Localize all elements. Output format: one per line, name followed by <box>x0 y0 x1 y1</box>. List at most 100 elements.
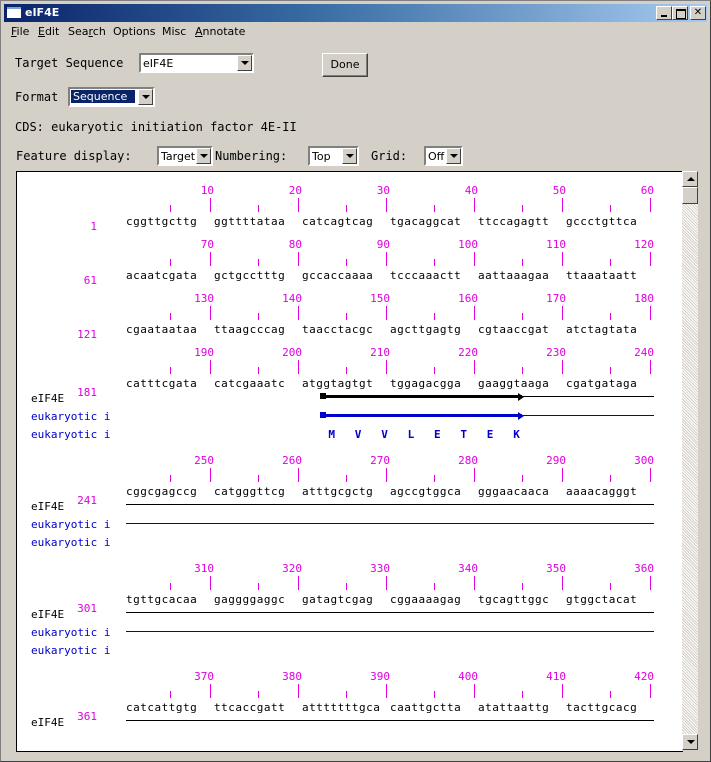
tick-mark-minor <box>258 313 259 320</box>
amino-acid: E <box>434 428 441 441</box>
sequence-group: taacctacgc <box>302 323 374 336</box>
sequence-group: ttcaccgatt <box>214 701 286 714</box>
menu-misc[interactable]: Misc <box>162 25 186 38</box>
tick-mark-major <box>210 468 211 482</box>
tick-mark-minor <box>434 691 435 698</box>
feature-thick-bar[interactable] <box>319 414 522 417</box>
feature-line <box>522 396 654 397</box>
chevron-down-icon[interactable] <box>446 148 461 164</box>
tick-mark-minor <box>170 583 171 590</box>
tick-mark-major <box>474 198 475 212</box>
scroll-down-button[interactable] <box>682 734 698 750</box>
minimize-button[interactable] <box>656 6 672 20</box>
sequence-group: catgggttcg <box>214 485 286 498</box>
maximize-button[interactable] <box>672 6 688 20</box>
menu-file[interactable]: File <box>11 25 29 38</box>
sequence-group: cgatgataga <box>566 377 638 390</box>
feature-line[interactable] <box>126 523 654 524</box>
numbering-select[interactable]: Top <box>308 146 359 166</box>
row-start-number: 61 <box>83 274 97 287</box>
tick-label: 250 <box>194 454 214 467</box>
tick-label: 150 <box>370 292 390 305</box>
chevron-down-icon[interactable] <box>342 148 357 164</box>
feature-label[interactable]: eIF4E <box>31 392 64 405</box>
tick-label: 270 <box>370 454 390 467</box>
tick-mark-major <box>210 198 211 212</box>
tick-mark-minor <box>522 259 523 266</box>
amino-acid: E <box>486 428 494 441</box>
close-icon: ✕ <box>693 7 703 18</box>
vertical-scrollbar[interactable] <box>682 171 698 750</box>
tick-label: 120 <box>634 238 654 251</box>
tick-mark-major <box>210 684 211 698</box>
feature-label[interactable]: eukaryotic i <box>31 428 110 441</box>
menu-edit[interactable]: Edit <box>38 25 59 38</box>
tick-label: 320 <box>282 562 302 575</box>
tick-label: 420 <box>634 670 654 683</box>
tick-label: 70 <box>200 238 214 251</box>
grid-select[interactable]: Off <box>424 146 463 166</box>
feature-label[interactable]: eIF4E <box>31 500 64 513</box>
tick-label: 240 <box>634 346 654 359</box>
tick-mark-major <box>298 252 299 266</box>
menu-search[interactable]: Search <box>68 25 106 38</box>
feature-display-select[interactable]: Target <box>157 146 213 166</box>
feature-thick-bar[interactable] <box>319 395 522 398</box>
tick-mark-minor <box>258 691 259 698</box>
tick-mark-major <box>298 684 299 698</box>
tick-mark-major <box>298 360 299 374</box>
chevron-down-icon[interactable] <box>196 148 211 164</box>
tick-label: 110 <box>546 238 566 251</box>
tick-label: 290 <box>546 454 566 467</box>
close-button[interactable]: ✕ <box>690 6 706 20</box>
tick-mark-minor <box>434 367 435 374</box>
feature-line[interactable] <box>126 612 654 613</box>
tick-mark-minor <box>610 259 611 266</box>
sequence-group: aaaacagggt <box>566 485 638 498</box>
format-select[interactable]: Sequence <box>68 87 155 107</box>
feature-line[interactable] <box>126 504 654 505</box>
tick-mark-major <box>386 360 387 374</box>
feature-label[interactable]: eukaryotic i <box>31 626 110 639</box>
tick-mark-major <box>562 684 563 698</box>
done-button[interactable]: Done <box>322 53 368 77</box>
scroll-up-button[interactable] <box>682 171 698 187</box>
tick-label: 90 <box>376 238 390 251</box>
sequence-view[interactable]: 10 20 30 40 50 60 1 cggttgcttg ggttttataa catcagt… <box>16 171 683 752</box>
feature-label[interactable]: eukaryotic i <box>31 518 110 531</box>
sequence-group: gccaccaaaa <box>302 269 374 282</box>
scroll-thumb[interactable] <box>682 187 698 204</box>
sequence-group: tcccaaactt <box>390 269 462 282</box>
chevron-down-icon[interactable] <box>138 89 153 105</box>
menu-annotate[interactable]: Annotate <box>195 25 245 38</box>
chevron-down-icon[interactable] <box>237 55 252 71</box>
title-bar[interactable]: eIF4E ✕ <box>4 4 707 22</box>
tick-mark-major <box>210 360 211 374</box>
sequence-group: gaaggtaaga <box>478 377 550 390</box>
tick-label: 140 <box>282 292 302 305</box>
tick-mark-major <box>650 198 651 212</box>
tick-label: 280 <box>458 454 478 467</box>
feature-label[interactable]: eIF4E <box>31 608 64 621</box>
feature-label[interactable]: eIF4E <box>31 716 64 729</box>
feature-arrow-icon <box>518 393 524 401</box>
tick-mark-major <box>650 252 651 266</box>
tick-mark-minor <box>170 367 171 374</box>
feature-label[interactable]: eukaryotic i <box>31 644 110 657</box>
tick-mark-minor <box>258 205 259 212</box>
window-title: eIF4E <box>25 6 60 19</box>
tick-mark-minor <box>346 205 347 212</box>
feature-label[interactable]: eukaryotic i <box>31 410 110 423</box>
menu-options[interactable]: Options <box>113 25 155 38</box>
sequence-group: gaggggaggc <box>214 593 286 606</box>
feature-line[interactable] <box>126 720 654 721</box>
sequence-group: ttaagcccag <box>214 323 286 336</box>
tick-label: 350 <box>546 562 566 575</box>
feature-label[interactable]: eukaryotic i <box>31 536 110 549</box>
tick-mark-minor <box>434 475 435 482</box>
tick-mark-minor <box>522 367 523 374</box>
feature-line[interactable] <box>126 631 654 632</box>
target-sequence-select[interactable]: eIF4E <box>139 53 254 73</box>
tick-mark-major <box>298 306 299 320</box>
tick-mark-major <box>386 468 387 482</box>
